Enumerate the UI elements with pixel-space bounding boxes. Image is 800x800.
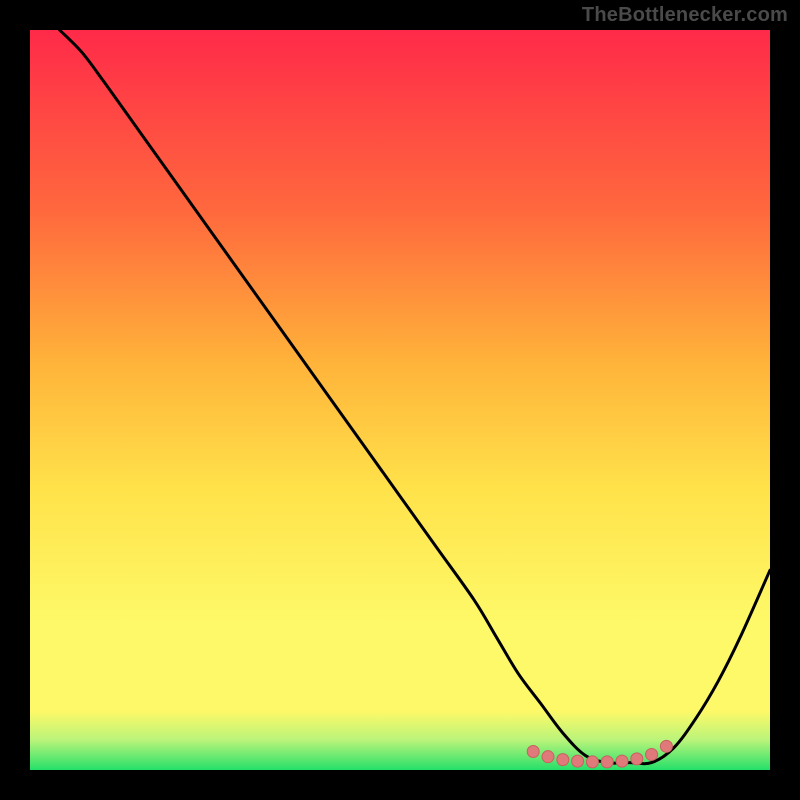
optimal-marker xyxy=(527,746,539,758)
optimal-marker xyxy=(631,753,643,765)
optimal-marker xyxy=(542,751,554,763)
chart-stage: TheBottlenecker.com xyxy=(0,0,800,800)
optimal-marker xyxy=(557,754,569,766)
plot-area xyxy=(30,30,770,770)
optimal-marker xyxy=(586,756,598,768)
optimal-marker xyxy=(646,748,658,760)
optimal-marker xyxy=(601,756,613,768)
optimal-marker xyxy=(660,740,672,752)
optimal-marker xyxy=(616,755,628,767)
bottleneck-chart xyxy=(0,0,800,800)
optimal-marker xyxy=(572,755,584,767)
